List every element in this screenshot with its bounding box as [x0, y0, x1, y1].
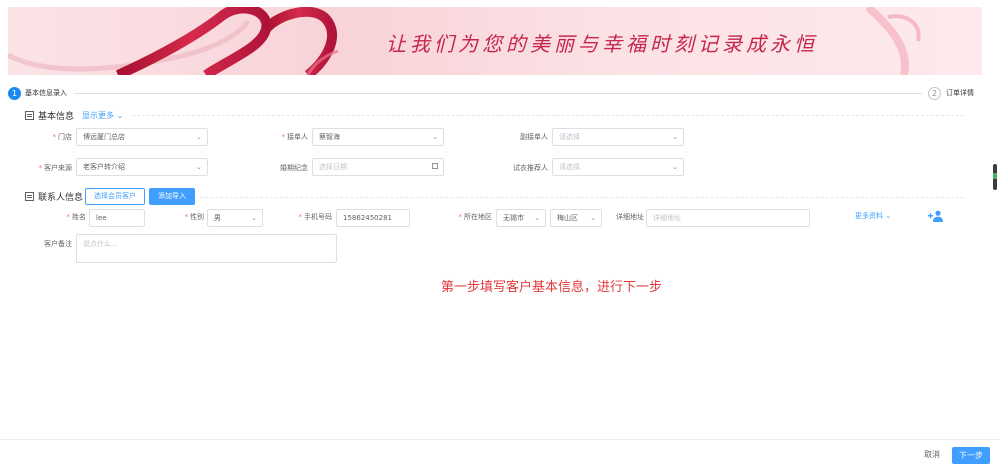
- contact-card-icon: [25, 191, 34, 201]
- district-value: 梅山区: [557, 214, 578, 222]
- store-label-text: 门店: [58, 133, 72, 141]
- wedding-placeholder: 选择日期: [319, 163, 347, 171]
- chevron-down-icon: ⌄: [590, 214, 596, 222]
- dress-select[interactable]: 请选择 ⌄: [552, 158, 684, 176]
- remark-textarea[interactable]: 说点什么...: [76, 234, 337, 263]
- handler-label: * 接单人: [250, 132, 309, 142]
- city-value: 无锡市: [503, 214, 524, 222]
- step-connector: [74, 93, 922, 94]
- step-2-label: 订单详情: [946, 89, 974, 97]
- address-label-text: 详细地址: [616, 213, 644, 221]
- dress-label: 试衣推荐人: [494, 163, 548, 173]
- assistant-placeholder: 请选择: [559, 133, 580, 141]
- remark-label: 客户备注: [20, 239, 72, 249]
- address-label: 详细地址: [610, 212, 644, 222]
- name-input[interactable]: lee: [89, 209, 145, 227]
- remark-label-text: 客户备注: [44, 240, 72, 248]
- phone-input[interactable]: 15862450281: [336, 209, 410, 227]
- source-value: 老客户转介绍: [83, 163, 125, 171]
- address-input[interactable]: 详细地址: [646, 209, 810, 227]
- region-label: * 所在地区: [440, 212, 493, 222]
- name-label-text: 姓名: [72, 213, 86, 221]
- city-select[interactable]: 无锡市 ⌄: [496, 209, 546, 227]
- footer-bar: 取消 下一步: [0, 439, 1000, 468]
- chevron-down-icon: ⌄: [432, 133, 438, 141]
- basic-info-header: 基本信息 显示更多 ⌄: [25, 108, 123, 122]
- phone-label: * 手机号码: [280, 212, 333, 222]
- required-mark: *: [458, 213, 463, 221]
- assistant-label: 副接单人: [494, 132, 548, 142]
- section-divider: [132, 115, 964, 116]
- step-1-label: 基本信息录入: [25, 89, 67, 97]
- chevron-down-icon: ⌄: [196, 163, 202, 171]
- name-label: * 姓名: [40, 212, 87, 222]
- wedding-label: 婚期纪念: [250, 163, 308, 173]
- more-info-toggle[interactable]: 更多资料 ⌄: [855, 211, 891, 221]
- chevron-down-icon: ⌄: [534, 214, 540, 222]
- wedding-label-text: 婚期纪念: [280, 164, 308, 172]
- assistant-select[interactable]: 请选择 ⌄: [552, 128, 684, 146]
- required-mark: *: [184, 213, 189, 221]
- dress-placeholder: 请选择: [559, 163, 580, 171]
- chevron-down-icon: ⌄: [196, 133, 202, 141]
- step-2-number: 2: [928, 87, 941, 100]
- gender-label-text: 性别: [190, 213, 204, 221]
- form-icon: [25, 110, 34, 120]
- district-select[interactable]: 梅山区 ⌄: [550, 209, 602, 227]
- contact-title: 联系人信息: [38, 192, 84, 203]
- handler-select[interactable]: 蔡智海 ⌄: [312, 128, 444, 146]
- show-more-toggle[interactable]: 显示更多 ⌄: [82, 110, 123, 121]
- source-label-text: 客户来源: [44, 164, 72, 172]
- remark-placeholder: 说点什么...: [83, 240, 118, 248]
- contact-header: 联系人信息: [25, 189, 83, 203]
- next-step-button[interactable]: 下一步: [952, 447, 990, 464]
- region-label-text: 所在地区: [464, 213, 492, 221]
- gender-value: 男: [214, 214, 221, 222]
- required-mark: *: [38, 164, 43, 172]
- more-info-label: 更多资料: [855, 212, 883, 220]
- calendar-icon: [432, 163, 438, 169]
- show-more-label: 显示更多: [82, 110, 115, 120]
- gender-label: * 性别: [160, 212, 205, 222]
- gender-select[interactable]: 男 ⌄: [207, 209, 263, 227]
- source-select[interactable]: 老客户转介绍 ⌄: [76, 158, 208, 176]
- add-import-button[interactable]: 添加导入: [149, 188, 195, 205]
- select-member-button[interactable]: 选择会员客户: [85, 188, 145, 205]
- step-hint: 第一步填写客户基本信息，进行下一步: [441, 280, 663, 295]
- dress-label-text: 试衣推荐人: [513, 164, 548, 172]
- banner-slogan: 让我们为您的美丽与幸福时刻记录成永恒: [386, 32, 818, 56]
- source-label: * 客户来源: [20, 163, 73, 173]
- handler-label-text: 接单人: [287, 133, 308, 141]
- wedding-date-picker[interactable]: 选择日期: [312, 158, 444, 176]
- store-value: 博远厦门总店: [83, 133, 125, 141]
- required-mark: *: [281, 133, 286, 141]
- required-mark: *: [298, 213, 303, 221]
- cancel-button[interactable]: 取消: [924, 449, 940, 460]
- scrollbar[interactable]: [993, 164, 997, 190]
- basic-info-title: 基本信息: [38, 111, 75, 122]
- required-mark: *: [66, 213, 71, 221]
- step-1-number: 1: [8, 87, 21, 100]
- chevron-down-icon: ⌄: [672, 163, 678, 171]
- header-banner: 让我们为您的美丽与幸福时刻记录成永恒: [8, 7, 982, 75]
- phone-label-text: 手机号码: [304, 213, 332, 221]
- required-mark: *: [52, 133, 57, 141]
- chevron-down-icon: ⌄: [116, 110, 124, 120]
- chevron-down-icon: ⌄: [672, 133, 678, 141]
- store-label: * 门店: [20, 132, 73, 142]
- chevron-down-icon: ⌄: [251, 214, 257, 222]
- handler-value: 蔡智海: [319, 133, 340, 141]
- chevron-down-icon: ⌄: [885, 212, 892, 220]
- section-divider: [200, 197, 964, 198]
- assistant-label-text: 副接单人: [520, 133, 548, 141]
- store-select[interactable]: 博远厦门总店 ⌄: [76, 128, 208, 146]
- add-user-icon[interactable]: [928, 210, 944, 222]
- progress-steps: 1 基本信息录入 2 订单详情: [8, 87, 978, 101]
